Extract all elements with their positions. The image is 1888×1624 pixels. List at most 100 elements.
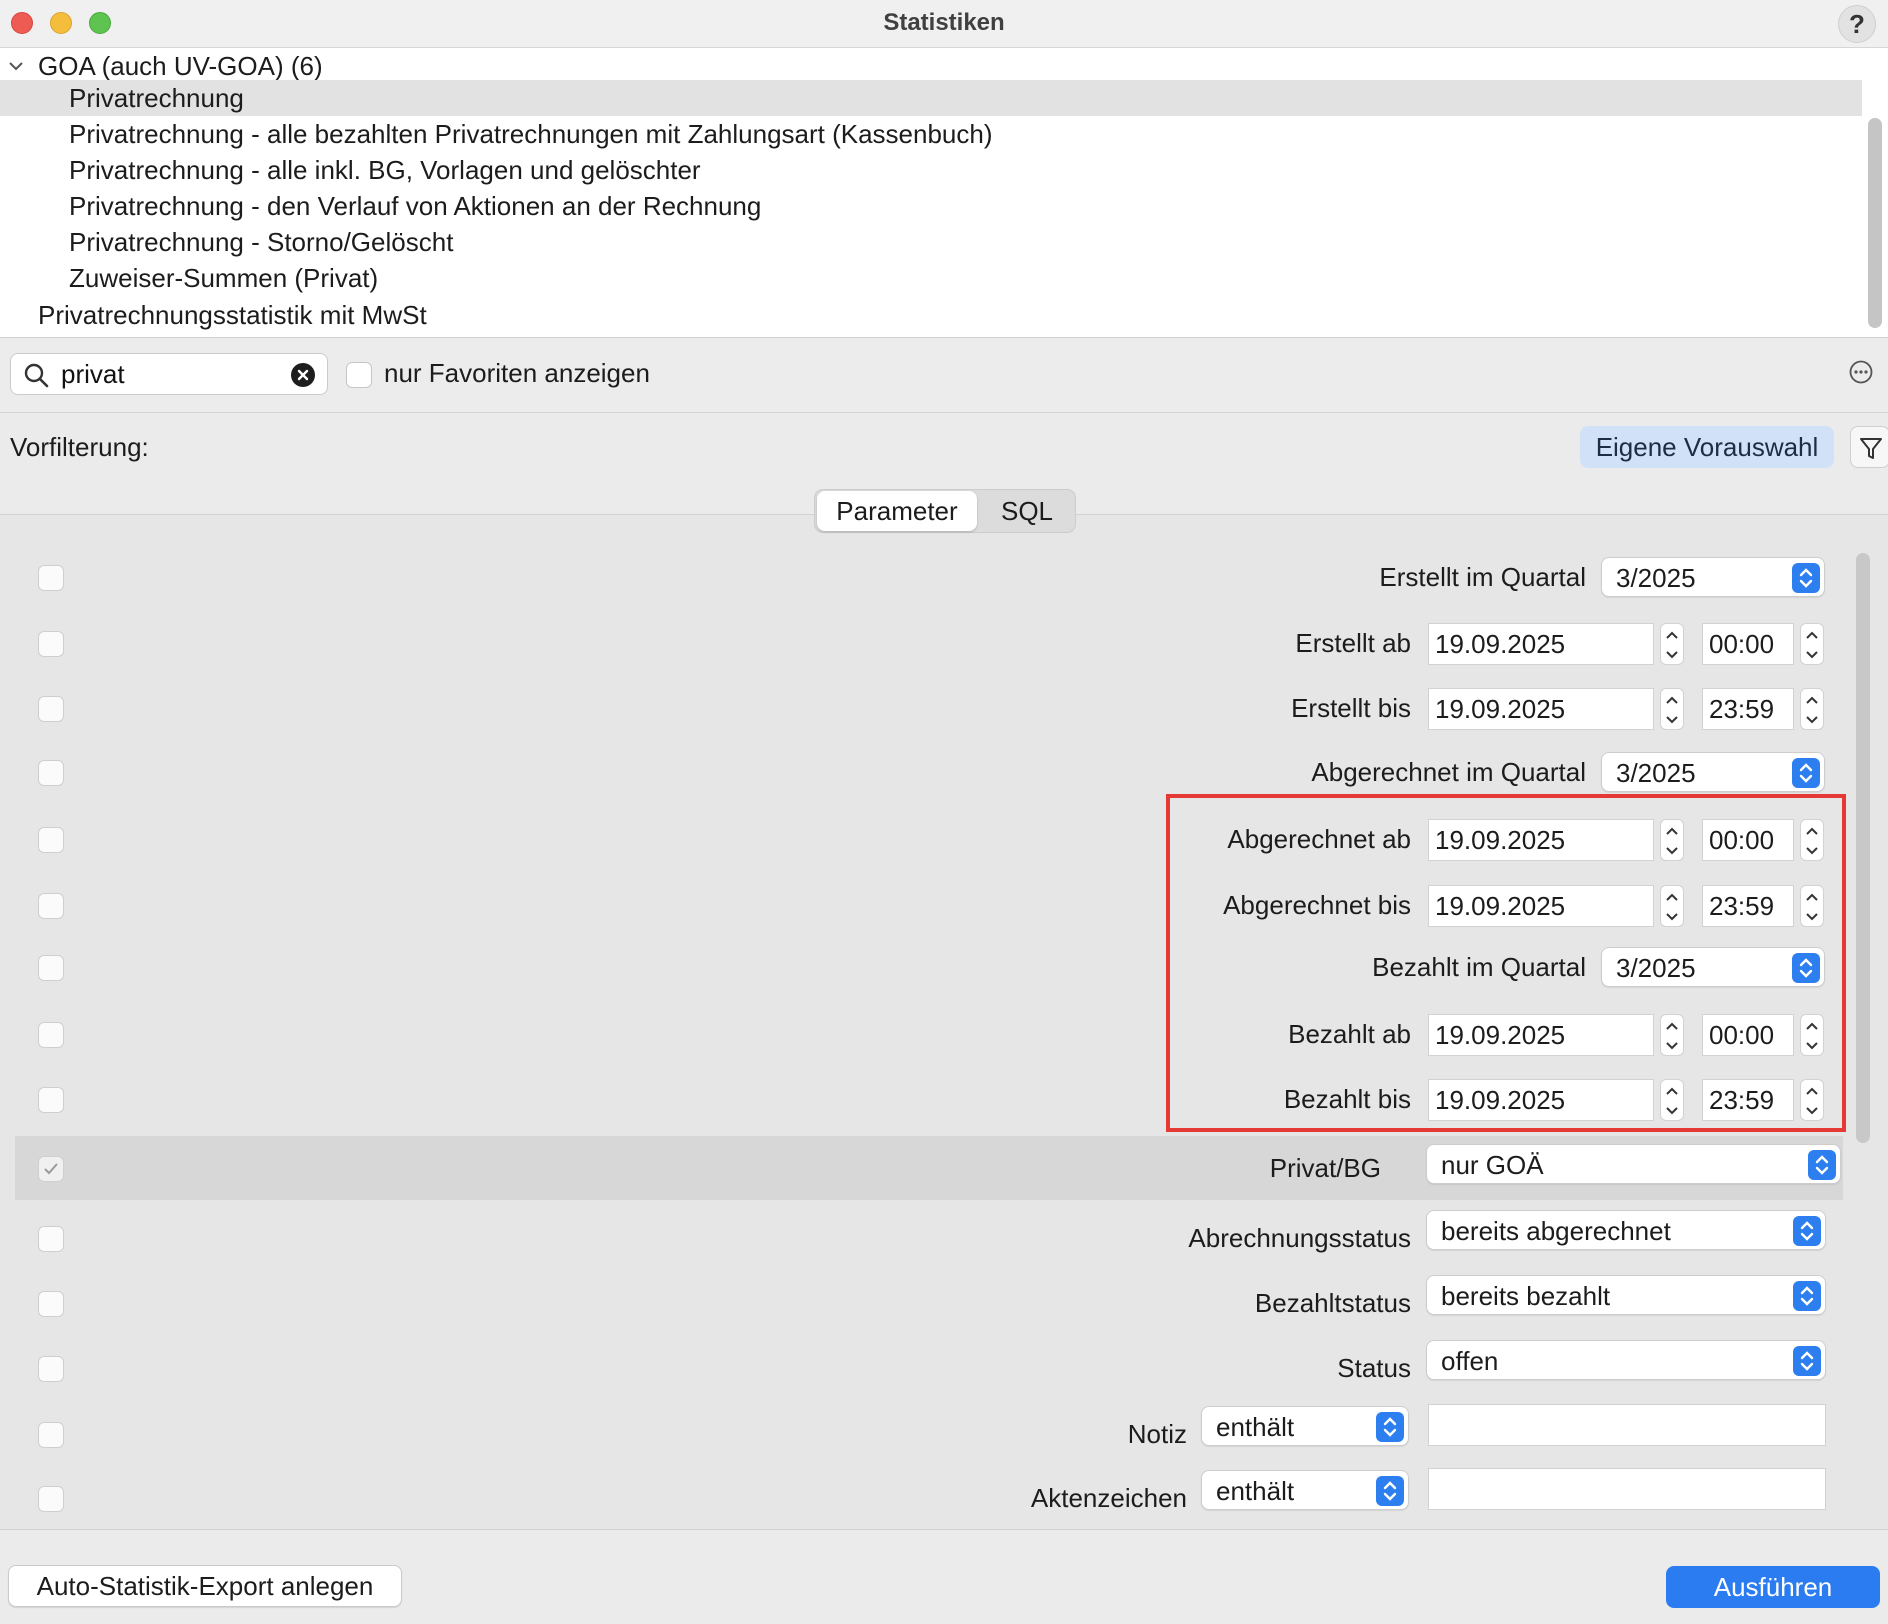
run-button[interactable]: Ausführen [1666, 1566, 1880, 1608]
updown-arrows-icon [1376, 1476, 1404, 1506]
time-stepper[interactable] [1800, 688, 1824, 730]
tree-item-label: Zuweiser-Summen (Privat) [69, 263, 379, 293]
own-selection-button[interactable]: Eigene Vorauswahl [1580, 426, 1834, 468]
param-checkbox[interactable] [38, 696, 64, 722]
time-stepper[interactable] [1800, 623, 1824, 665]
time-field[interactable]: 23:59 [1702, 688, 1794, 730]
param-row-file-reference: Aktenzeichen enthält [0, 1466, 1888, 1530]
date-field[interactable]: 19.09.2025 [1428, 688, 1654, 730]
date-stepper[interactable] [1660, 623, 1684, 665]
updown-arrows-icon [1792, 758, 1820, 788]
param-checkbox[interactable] [38, 827, 64, 853]
param-checkbox[interactable] [38, 1356, 64, 1382]
ellipsis-circle-icon[interactable] [1848, 359, 1874, 385]
search-bar: nur Favoriten anzeigen [0, 339, 1888, 413]
param-row-status: Status offen [0, 1336, 1888, 1400]
param-label: Privat/BG [1269, 1153, 1381, 1183]
filter-icon [1860, 438, 1882, 459]
tree-item[interactable]: Privatrechnung - alle bezahlten Privatre… [0, 116, 1862, 152]
select-value: nur GOÄ [1441, 1150, 1544, 1180]
select-value: 3/2025 [1616, 758, 1696, 788]
prefilter-label: Vorfilterung: [10, 432, 149, 462]
quarter-select[interactable]: 3/2025 [1601, 557, 1825, 597]
file-reference-operator-select[interactable]: enthält [1201, 1470, 1409, 1510]
filter-button[interactable] [1850, 426, 1888, 468]
highlight-annotation-box [1166, 794, 1846, 1132]
search-field[interactable] [10, 353, 328, 395]
updown-arrows-icon [1793, 1216, 1821, 1246]
time-field[interactable]: 00:00 [1702, 623, 1794, 665]
param-row-billing-status: Abrechnungsstatus bereits abgerechnet [0, 1206, 1888, 1270]
status-select[interactable]: offen [1426, 1340, 1826, 1380]
tree-item-label: Privatrechnung - Storno/Gelöscht [69, 227, 454, 257]
tree-item-label: Privatrechnung - alle bezahlten Privatre… [69, 119, 993, 149]
param-checkbox[interactable] [38, 955, 64, 981]
favorites-checkbox[interactable] [346, 362, 372, 388]
param-checkbox[interactable] [38, 1486, 64, 1512]
chevron-down-icon[interactable] [4, 48, 28, 84]
tab-parameter[interactable]: Parameter [817, 491, 977, 531]
tree-root-item[interactable]: Privatrechnungsstatistik mit MwSt [0, 297, 1862, 333]
view-tabs: Parameter SQL [814, 489, 1076, 533]
updown-arrows-icon [1808, 1150, 1836, 1180]
param-checkbox[interactable] [38, 1022, 64, 1048]
date-stepper[interactable] [1660, 688, 1684, 730]
param-row-created-to: Erstellt bis 19.09.2025 23:59 [0, 676, 1888, 740]
auto-export-button[interactable]: Auto-Statistik-Export anlegen [8, 1565, 402, 1607]
param-checkbox[interactable] [38, 565, 64, 591]
tree-item[interactable]: Zuweiser-Summen (Privat) [0, 260, 1862, 296]
quarter-select[interactable]: 3/2025 [1601, 752, 1825, 792]
select-value: offen [1441, 1346, 1499, 1376]
select-value: bereits abgerechnet [1441, 1216, 1671, 1246]
param-row-created-from: Erstellt ab 19.09.2025 00:00 [0, 611, 1888, 675]
param-label: Erstellt bis [1291, 693, 1411, 723]
tree-item[interactable]: Privatrechnung - alle inkl. BG, Vorlagen… [0, 152, 1862, 188]
param-label: Status [1337, 1353, 1411, 1383]
note-operator-select[interactable]: enthält [1201, 1406, 1409, 1446]
tree-item-label: Privatrechnung - alle inkl. BG, Vorlagen… [69, 155, 701, 185]
title-bar: Statistiken ? [0, 0, 1888, 48]
window-title: Statistiken [883, 9, 1005, 36]
param-checkbox[interactable] [38, 1226, 64, 1252]
checkmark-icon [44, 1163, 58, 1175]
param-label: Aktenzeichen [1030, 1483, 1187, 1513]
tree-item[interactable]: Privatrechnung - den Verlauf von Aktione… [0, 188, 1862, 224]
param-label: Erstellt im Quartal [1379, 562, 1586, 592]
file-reference-input[interactable] [1428, 1468, 1826, 1510]
param-checkbox[interactable] [38, 1422, 64, 1448]
tree-item-label: Privatrechnungsstatistik mit MwSt [38, 300, 427, 330]
param-row-note: Notiz enthält [0, 1402, 1888, 1466]
param-row-created-quarter: Erstellt im Quartal 3/2025 [0, 545, 1888, 609]
param-label: Abrechnungsstatus [1188, 1223, 1411, 1253]
tree-group-label: GOA (auch UV-GOA) (6) [38, 51, 323, 81]
tab-sql[interactable]: SQL [979, 491, 1075, 531]
updown-arrows-icon [1793, 1281, 1821, 1311]
favorites-label: nur Favoriten anzeigen [384, 358, 650, 388]
param-row-private-bg: Privat/BG nur GOÄ [15, 1136, 1843, 1200]
updown-arrows-icon [1376, 1412, 1404, 1442]
tree-scrollbar[interactable] [1868, 118, 1882, 328]
clear-search-icon[interactable] [291, 363, 315, 387]
param-checkbox[interactable] [38, 1087, 64, 1113]
search-input[interactable] [61, 358, 281, 390]
date-field[interactable]: 19.09.2025 [1428, 623, 1654, 665]
select-value: enthält [1216, 1412, 1295, 1442]
param-checkbox[interactable] [38, 760, 64, 786]
tree-group-goa[interactable]: GOA (auch UV-GOA) (6) [0, 48, 1862, 84]
param-label: Bezahltstatus [1254, 1288, 1411, 1318]
param-checkbox[interactable] [38, 893, 64, 919]
note-input[interactable] [1428, 1404, 1826, 1446]
payment-status-select[interactable]: bereits bezahlt [1426, 1275, 1826, 1315]
billing-status-select[interactable]: bereits abgerechnet [1426, 1210, 1826, 1250]
tree-item[interactable]: Privatrechnung [0, 80, 1862, 116]
select-value: enthält [1216, 1476, 1295, 1506]
help-button[interactable]: ? [1838, 5, 1876, 43]
param-checkbox-checked[interactable] [38, 1156, 64, 1182]
param-label: Notiz [1127, 1419, 1187, 1449]
tree-item[interactable]: Privatrechnung - Storno/Gelöscht [0, 224, 1862, 260]
param-checkbox[interactable] [38, 631, 64, 657]
select-value: bereits bezahlt [1441, 1281, 1611, 1311]
param-checkbox[interactable] [38, 1291, 64, 1317]
search-icon [24, 363, 49, 388]
private-bg-select[interactable]: nur GOÄ [1426, 1144, 1841, 1184]
